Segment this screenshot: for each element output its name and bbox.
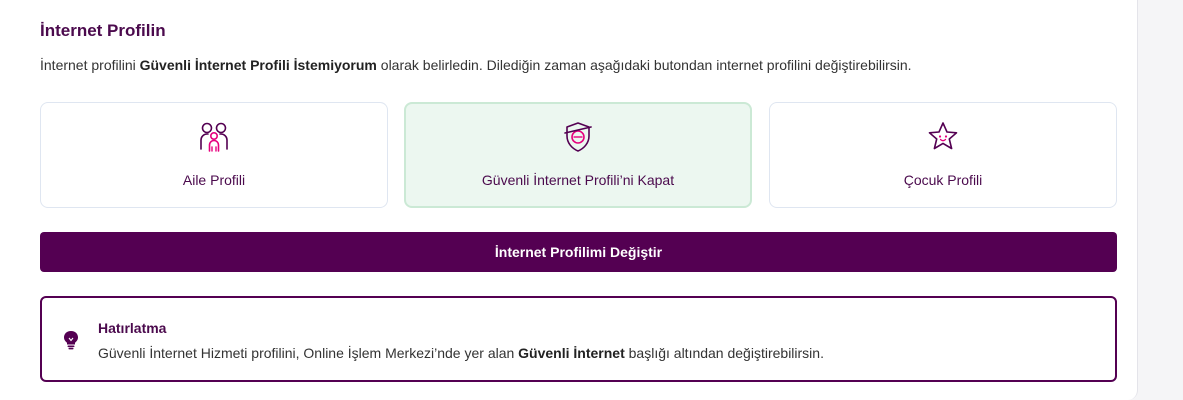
current-profile-name: Güvenli İnternet Profili İstemiyorum [139, 57, 377, 73]
shield-off-icon [564, 122, 592, 152]
internet-profile-card: İnternet Profilin İnternet profilini Güv… [0, 0, 1138, 400]
reminder-title: Hatırlatma [98, 320, 167, 336]
star-face-icon [928, 122, 958, 150]
section-description: İnternet profilini Güvenli İnternet Prof… [40, 57, 912, 73]
option-label: Aile Profili [182, 172, 246, 188]
lightbulb-icon [64, 331, 78, 350]
option-label: Güvenli İnternet Profili’ni Kapat [481, 172, 675, 188]
family-icon [200, 122, 228, 152]
change-profile-button[interactable]: İnternet Profilimi Değiştir [40, 232, 1117, 272]
option-disable-safe-internet[interactable]: Güvenli İnternet Profili’ni Kapat [404, 102, 752, 208]
profile-options: Aile Profili Güvenli İnternet Profili’ni… [40, 102, 1117, 208]
section-title: İnternet Profilin [40, 21, 166, 40]
option-label: Çocuk Profili [903, 172, 983, 188]
reminder-box: Hatırlatma Güvenli İnternet Hizmeti prof… [40, 296, 1117, 382]
option-child-profile[interactable]: Çocuk Profili [769, 102, 1117, 208]
option-family-profile[interactable]: Aile Profili [40, 102, 388, 208]
reminder-text: Güvenli İnternet Hizmeti profilini, Onli… [98, 345, 824, 361]
